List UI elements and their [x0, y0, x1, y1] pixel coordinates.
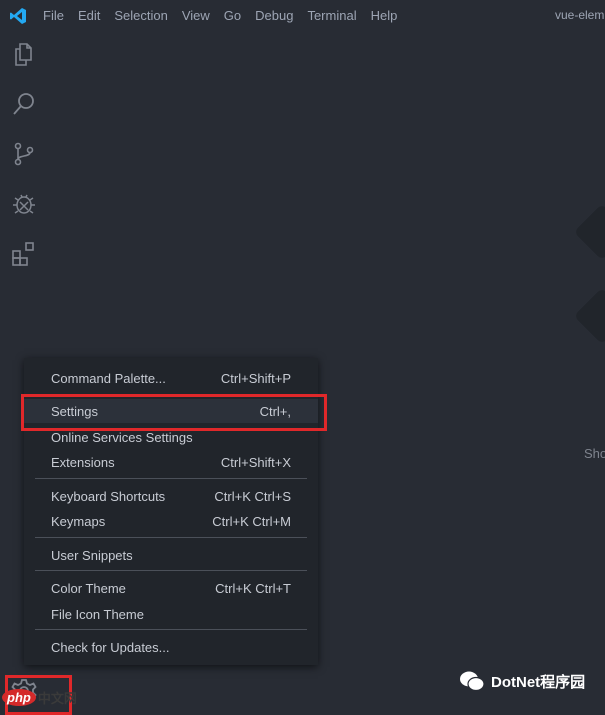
menu-item-shortcut: Ctrl+K Ctrl+T: [215, 580, 291, 596]
php-logo: php: [2, 689, 36, 706]
editor-watermark-shape: [573, 203, 605, 261]
menu-go[interactable]: Go: [224, 8, 241, 23]
menu-item-label: Keyboard Shortcuts: [51, 488, 166, 504]
menu-item-check-for-updates[interactable]: Check for Updates...: [24, 635, 318, 659]
menu-file[interactable]: File: [43, 8, 64, 23]
menu-item-label: Keymaps: [51, 513, 106, 529]
window-title: vue-elem: [555, 8, 605, 22]
menu-debug[interactable]: Debug: [255, 8, 293, 23]
php-watermark-text: 中文网: [37, 691, 77, 706]
menu-item-label: File Icon Theme: [51, 606, 144, 622]
wechat-watermark-text: DotNet程序园: [491, 673, 586, 691]
menu-separator: [35, 537, 307, 538]
menu-bar: File Edit Selection View Go Debug Termin…: [43, 8, 411, 23]
menu-edit[interactable]: Edit: [78, 8, 100, 23]
menu-help[interactable]: Help: [371, 8, 398, 23]
menu-item-label: Color Theme: [51, 580, 126, 596]
menu-item-color-theme[interactable]: Color Theme Ctrl+K Ctrl+T: [24, 576, 318, 600]
wechat-icon: [460, 671, 485, 692]
menu-item-shortcut: Ctrl+Shift+P: [220, 370, 291, 386]
menu-item-file-icon-theme[interactable]: File Icon Theme: [24, 602, 318, 626]
search-icon[interactable]: [10, 90, 38, 118]
source-control-icon[interactable]: [10, 140, 38, 168]
files-icon[interactable]: [10, 40, 38, 68]
debug-icon[interactable]: [10, 190, 38, 218]
menu-item-keymaps[interactable]: Keymaps Ctrl+K Ctrl+M: [24, 509, 318, 533]
menu-separator: [35, 478, 307, 479]
menu-item-shortcut: Ctrl+K Ctrl+S: [214, 488, 291, 504]
menu-terminal[interactable]: Terminal: [307, 8, 356, 23]
menu-item-user-snippets[interactable]: User Snippets: [24, 543, 318, 567]
editor-watermark-shape: [573, 287, 605, 345]
extensions-icon[interactable]: [10, 240, 38, 268]
menu-separator: [35, 570, 307, 571]
php-watermark: php 中文网: [2, 688, 77, 707]
menu-item-label: Online Services Settings: [51, 429, 193, 445]
vscode-logo-icon: [10, 8, 26, 24]
menu-item-shortcut: Ctrl+Shift+X: [220, 454, 291, 470]
menu-item-label: Check for Updates...: [51, 639, 170, 655]
menu-item-label: Extensions: [51, 454, 115, 470]
title-bar: File Edit Selection View Go Debug Termin…: [0, 0, 605, 32]
menu-view[interactable]: View: [182, 8, 210, 23]
menu-item-command-palette[interactable]: Command Palette... Ctrl+Shift+P: [24, 366, 318, 390]
menu-separator: [35, 629, 307, 630]
menu-selection[interactable]: Selection: [114, 8, 167, 23]
menu-item-extensions[interactable]: Extensions Ctrl+Shift+X: [24, 450, 318, 474]
highlight-box-settings: [21, 394, 327, 431]
editor-hint-text: Sho: [584, 446, 605, 461]
menu-item-keyboard-shortcuts[interactable]: Keyboard Shortcuts Ctrl+K Ctrl+S: [24, 484, 318, 508]
menu-item-shortcut: Ctrl+K Ctrl+M: [212, 513, 291, 529]
wechat-watermark: DotNet程序园: [459, 670, 585, 692]
menu-item-label: Command Palette...: [51, 370, 166, 386]
menu-item-label: User Snippets: [51, 547, 133, 563]
